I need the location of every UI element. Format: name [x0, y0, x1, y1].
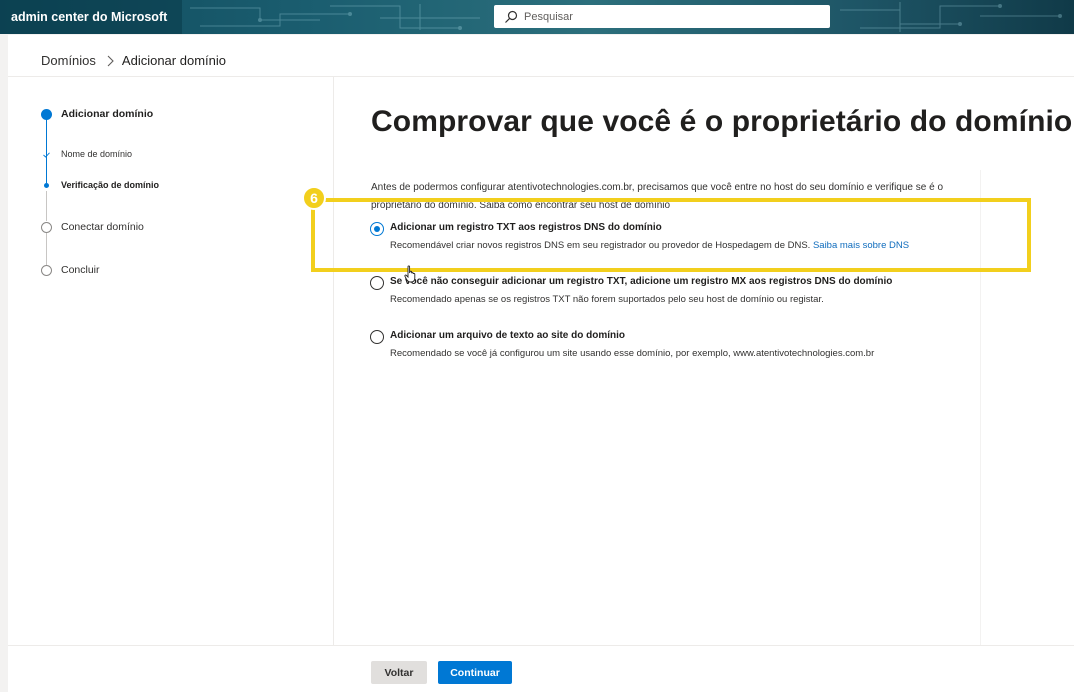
main-panel: Domínios Adicionar domínio Adicionar dom… [8, 35, 1074, 692]
step-number-badge: 6 [302, 186, 326, 210]
option-title: Se você não conseguir adicionar um regis… [390, 276, 893, 287]
step-current-icon [44, 183, 49, 188]
step-pending-icon [41, 222, 52, 233]
step-connector [46, 191, 47, 221]
option-description: Recomendado apenas se os registros TXT n… [390, 294, 824, 305]
step-connector [46, 233, 47, 265]
highlight-box [311, 198, 1031, 272]
header-divider [8, 76, 1074, 77]
breadcrumb-current: Adicionar domínio [121, 53, 226, 68]
step-active-icon [41, 109, 52, 120]
option-description: Recomendado se você já configurou um sit… [390, 348, 875, 359]
radio-text-file[interactable] [370, 330, 384, 344]
chevron-right-icon [107, 55, 114, 66]
step-connector [46, 119, 47, 183]
footer-divider [8, 645, 1074, 646]
app-title[interactable]: admin center do Microsoft 365 [0, 0, 182, 34]
continue-button[interactable]: Continuar [438, 661, 512, 684]
hand-cursor-icon [404, 265, 416, 283]
option-title: Adicionar um arquivo de texto ao site do… [390, 330, 626, 341]
breadcrumb-domains-link[interactable]: Domínios [41, 53, 96, 68]
search-icon [505, 10, 518, 23]
radio-mx-record[interactable] [370, 276, 384, 290]
breadcrumb: Domínios Adicionar domínio [41, 53, 226, 68]
step-pending-icon [41, 265, 52, 276]
search-input[interactable] [524, 10, 804, 23]
search-box[interactable] [494, 5, 830, 28]
wizard-stepper: Adicionar domínio Nome de domínio Verifi… [38, 105, 318, 305]
steps-divider [333, 77, 334, 645]
page-title: Comprovar que você é o proprietário do d… [371, 105, 1073, 138]
checkmark-icon [43, 152, 50, 158]
top-bar: admin center do Microsoft 365 [0, 0, 1074, 34]
back-button[interactable]: Voltar [371, 661, 427, 684]
